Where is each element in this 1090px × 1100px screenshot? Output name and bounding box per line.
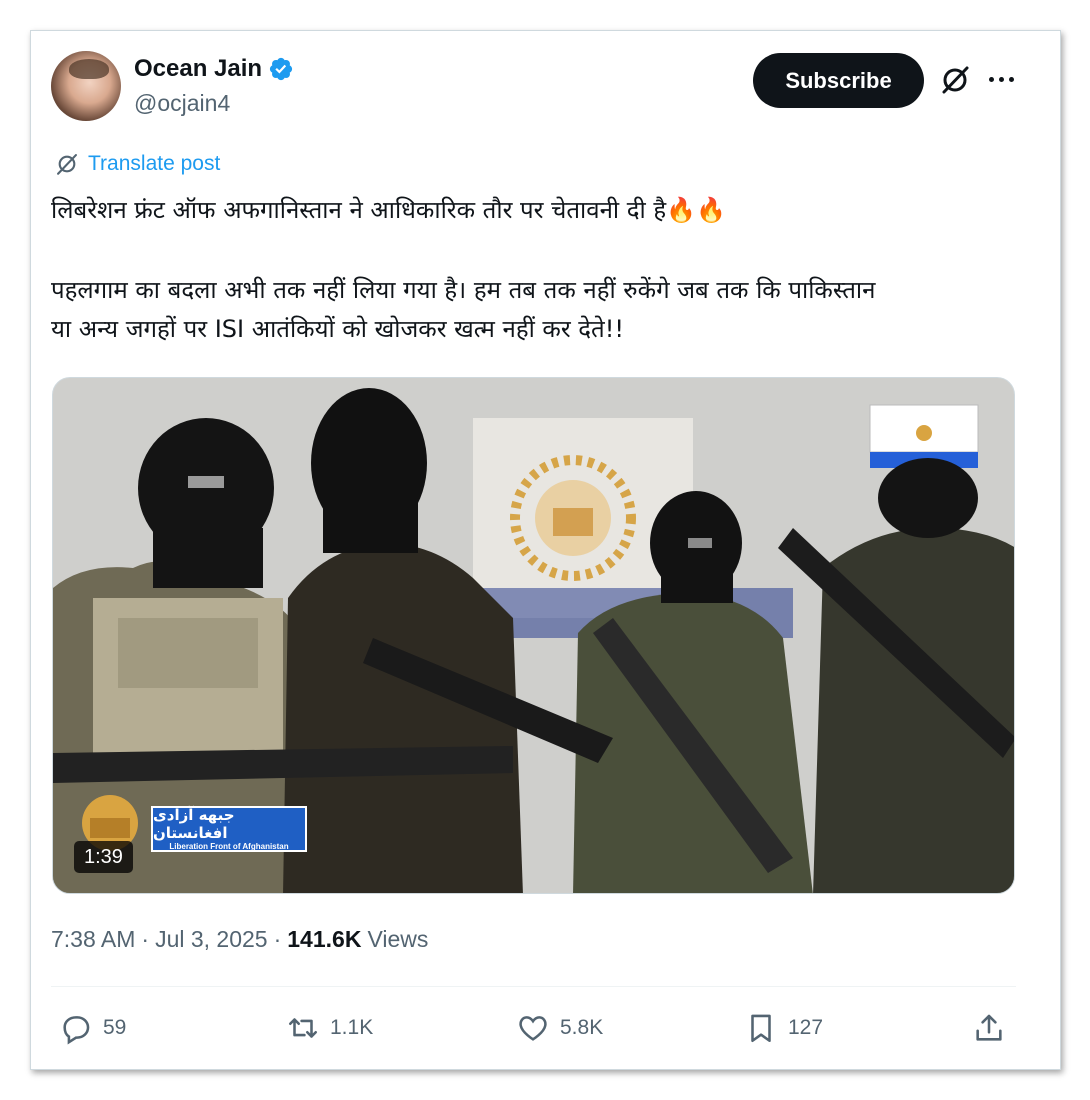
bookmark-count: 127 — [788, 1016, 824, 1039]
share-icon — [976, 1014, 1002, 1041]
author-name-row: Ocean Jain — [134, 55, 294, 83]
reply-icon — [63, 1016, 90, 1045]
post-text-line: पहलगाम का बदला अभी तक नहीं लिया गया है। … — [51, 276, 876, 304]
post-text-line: लिबरेशन फ्रंट ऑफ अफगानिस्तान ने आधिकारिक… — [51, 196, 726, 224]
repost-button[interactable]: 1.1K — [286, 1011, 373, 1045]
translate-icon — [57, 154, 77, 175]
post-time[interactable]: 7:38 AM — [51, 926, 135, 953]
meta-separator: · — [141, 926, 150, 952]
channel-badge-english: Liberation Front of Afghanistan — [169, 842, 289, 851]
heart-icon — [519, 1016, 547, 1041]
video-duration: 1:39 — [74, 841, 133, 873]
post-card: Ocean Jain @ocjain4 Subscribe Translate … — [30, 30, 1061, 1070]
more-icon[interactable] — [986, 69, 1016, 89]
like-button[interactable]: 5.8K — [516, 1011, 603, 1045]
translate-post-label[interactable]: Translate post — [88, 152, 220, 176]
post-meta: 7:38 AM · Jul 3, 2025 · 141.6K Views — [51, 926, 428, 953]
post-text-line: या अन्य जगहों पर ISI आतंकियों को खोजकर ख… — [51, 315, 624, 343]
translate-post-link[interactable]: Translate post — [54, 151, 220, 177]
author-handle[interactable]: @ocjain4 — [134, 90, 230, 117]
like-count: 5.8K — [560, 1016, 604, 1039]
author-display-name[interactable]: Ocean Jain — [134, 55, 262, 83]
bookmark-icon — [751, 1014, 771, 1043]
post-date[interactable]: Jul 3, 2025 — [155, 926, 268, 953]
author-avatar[interactable] — [51, 51, 121, 121]
share-button[interactable] — [972, 1011, 1006, 1045]
reply-button[interactable]: 59 — [59, 1011, 126, 1045]
repost-count: 1.1K — [330, 1016, 374, 1039]
grok-icon[interactable] — [939, 64, 971, 96]
views-count: 141.6K — [287, 926, 362, 952]
channel-badge: جبهه آزادی افغانستان Liberation Front of… — [151, 806, 307, 852]
repost-icon — [288, 1018, 318, 1038]
divider — [51, 986, 1016, 987]
reply-count: 59 — [103, 1016, 127, 1039]
post-text: लिबरेशन फ्रंट ऑफ अफगानिस्तान ने आधिकारिक… — [51, 191, 1011, 349]
video-player[interactable]: جبهه آزادی افغانستان Liberation Front of… — [52, 377, 1015, 894]
subscribe-button[interactable]: Subscribe — [753, 53, 924, 108]
channel-badge-arabic: جبهه آزادی افغانستان — [153, 806, 235, 842]
bookmark-button[interactable]: 127 — [744, 1011, 823, 1045]
verified-badge-icon — [269, 57, 293, 81]
meta-separator: · — [273, 926, 282, 952]
views-label: Views — [367, 926, 429, 952]
